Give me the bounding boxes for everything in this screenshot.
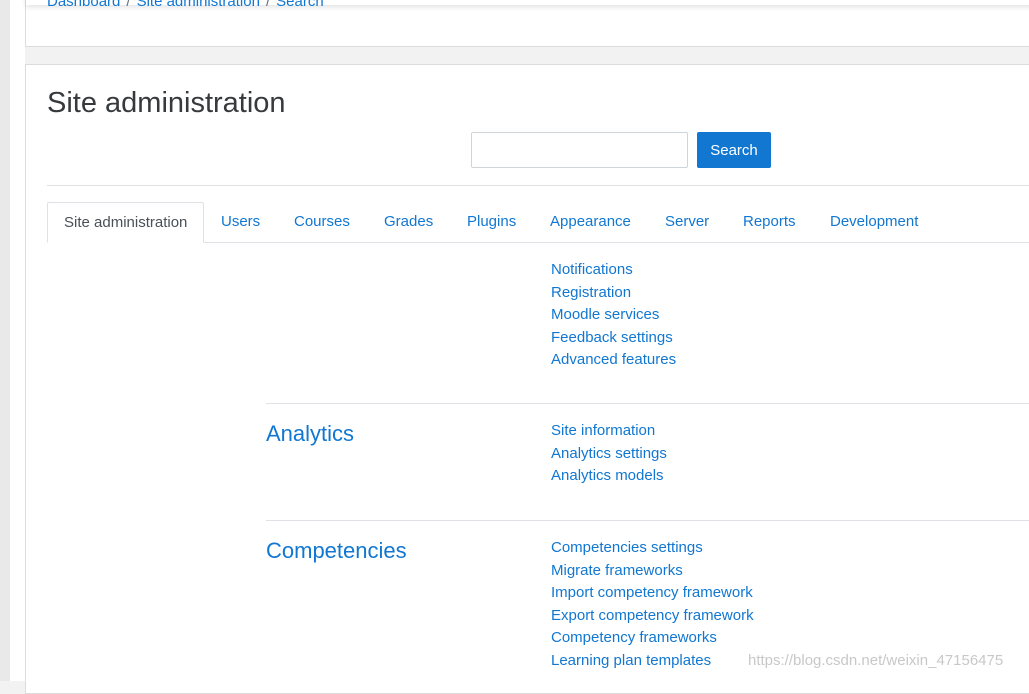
watermark-text: https://blog.csdn.net/weixin_47156475 xyxy=(748,652,1004,669)
breadcrumb-bar: Dashboard / Site administration / Search xyxy=(25,0,1029,47)
link-migrate-frameworks[interactable]: Migrate frameworks xyxy=(551,560,754,583)
tab-plugins[interactable]: Plugins xyxy=(467,202,516,242)
section-heading-analytics[interactable]: Analytics xyxy=(266,421,354,447)
admin-tabs: Site administration Users Courses Grades… xyxy=(47,202,1029,243)
tab-site-administration[interactable]: Site administration xyxy=(47,202,205,243)
link-notifications[interactable]: Notifications xyxy=(551,259,676,282)
link-competencies-settings[interactable]: Competencies settings xyxy=(551,537,754,560)
tab-courses[interactable]: Courses xyxy=(294,202,350,242)
link-registration[interactable]: Registration xyxy=(551,282,676,305)
tab-server[interactable]: Server xyxy=(665,202,709,242)
link-competency-frameworks[interactable]: Competency frameworks xyxy=(551,627,754,650)
analytics-links: Site information Analytics settings Anal… xyxy=(551,420,667,488)
section-divider xyxy=(266,403,1029,404)
divider xyxy=(47,185,1029,186)
link-analytics-settings[interactable]: Analytics settings xyxy=(551,443,667,466)
breadcrumb-separator: / xyxy=(126,0,131,10)
search-input[interactable] xyxy=(471,132,688,168)
link-import-competency-framework[interactable]: Import competency framework xyxy=(551,582,754,605)
tab-users[interactable]: Users xyxy=(221,202,260,242)
left-drawer-edge xyxy=(0,0,10,681)
page-gutter xyxy=(10,0,25,681)
link-export-competency-framework[interactable]: Export competency framework xyxy=(551,605,754,628)
breadcrumb-item-site-administration[interactable]: Site administration xyxy=(137,0,260,10)
breadcrumb-item-search[interactable]: Search xyxy=(276,0,324,10)
tab-reports[interactable]: Reports xyxy=(743,202,796,242)
general-links: Notifications Registration Moodle servic… xyxy=(551,259,676,372)
link-analytics-models[interactable]: Analytics models xyxy=(551,465,667,488)
breadcrumb-separator: / xyxy=(265,0,271,10)
link-site-information[interactable]: Site information xyxy=(551,420,667,443)
section-heading-competencies[interactable]: Competencies xyxy=(266,538,407,564)
link-feedback-settings[interactable]: Feedback settings xyxy=(551,327,676,350)
tab-grades[interactable]: Grades xyxy=(384,202,433,242)
link-learning-plan-templates[interactable]: Learning plan templates xyxy=(551,650,754,673)
link-advanced-features[interactable]: Advanced features xyxy=(551,349,676,372)
section-divider xyxy=(266,520,1029,521)
link-moodle-services[interactable]: Moodle services xyxy=(551,304,676,327)
tab-development[interactable]: Development xyxy=(830,202,918,242)
page-title: Site administration xyxy=(47,87,286,119)
breadcrumb-item-dashboard[interactable]: Dashboard xyxy=(47,0,120,10)
main-region: Site administration Search Site administ… xyxy=(25,64,1029,694)
competencies-links: Competencies settings Migrate frameworks… xyxy=(551,537,754,673)
search-button[interactable]: Search xyxy=(697,132,771,168)
tab-appearance[interactable]: Appearance xyxy=(550,202,631,242)
breadcrumb: Dashboard / Site administration / Search xyxy=(47,0,324,10)
